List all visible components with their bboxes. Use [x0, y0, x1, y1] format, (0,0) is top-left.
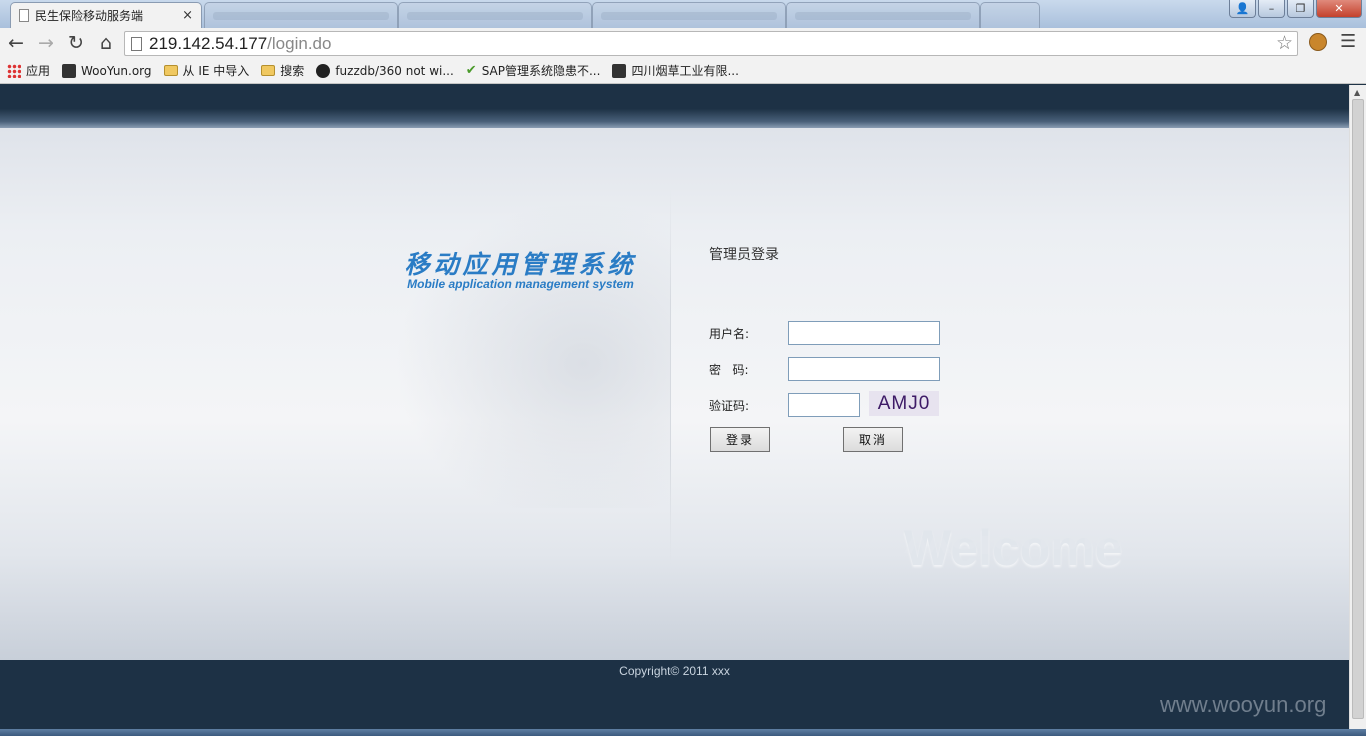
bookmark-label: 应用 — [26, 64, 51, 78]
browser-titlebar: 民生保险移动服务端 × 👤 – ❐ ✕ — [0, 0, 1366, 28]
bookmark-fuzzdb[interactable]: fuzzdb/360 not wi... — [316, 63, 454, 78]
apps-icon — [7, 63, 21, 78]
tab-background[interactable] — [204, 2, 398, 28]
page-icon — [62, 63, 77, 78]
login-button[interactable]: 登录 — [710, 427, 770, 452]
bookmark-apps[interactable]: 应用 — [7, 62, 50, 79]
reload-icon[interactable]: ↻ — [62, 29, 90, 57]
bookmark-wooyun[interactable]: WooYun.org — [62, 63, 152, 78]
maximize-button[interactable]: ❐ — [1287, 0, 1314, 18]
tab-blurred-title — [407, 11, 583, 20]
url-host: 219.142.54.177 — [149, 33, 268, 53]
window-controls: 👤 – ❐ ✕ — [1229, 0, 1362, 18]
tab-blurred-title — [601, 11, 777, 20]
cancel-button[interactable]: 取消 — [843, 427, 903, 452]
bookmark-folder-ie[interactable]: 从 IE 中导入 — [163, 62, 250, 79]
tab-background[interactable] — [592, 2, 786, 28]
cookie-extension-icon[interactable] — [1309, 33, 1327, 51]
page-icon — [612, 63, 627, 78]
copyright-text: Copyright© 2011 xxx — [619, 664, 730, 678]
scrollbar-thumb[interactable] — [1352, 99, 1364, 719]
folder-icon — [163, 65, 178, 76]
folder-icon — [261, 65, 276, 76]
home-icon[interactable]: ⌂ — [92, 29, 120, 57]
page-viewport: 移动应用管理系统 Mobile application management s… — [0, 85, 1349, 736]
system-logo-en: Mobile application management system — [407, 277, 634, 291]
address-bar[interactable]: 219.142.54.177/login.do ☆ — [124, 31, 1298, 56]
password-label: 密 码: — [709, 363, 749, 377]
captcha-input[interactable] — [788, 393, 860, 417]
bookmark-label: 四川烟草工业有限... — [631, 64, 739, 78]
page-icon — [131, 36, 142, 51]
vertical-divider — [670, 188, 671, 568]
tab-close-icon[interactable]: × — [182, 8, 193, 23]
username-input[interactable] — [788, 321, 940, 345]
tab-blurred-title — [795, 11, 971, 20]
page-footer: Copyright© 2011 xxx — [0, 660, 1349, 736]
tab-blurred-title — [213, 11, 389, 20]
tab-title: 民生保险移动服务端 — [35, 9, 144, 23]
user-profile-icon[interactable]: 👤 — [1229, 0, 1256, 18]
page-favicon-icon — [19, 9, 29, 22]
tab-active[interactable]: 民生保险移动服务端 × — [10, 2, 202, 28]
close-window-button[interactable]: ✕ — [1316, 0, 1362, 18]
menu-icon[interactable]: ☰ — [1340, 31, 1356, 52]
os-taskbar — [0, 729, 1366, 736]
vertical-scrollbar[interactable]: ▲ — [1349, 85, 1366, 736]
github-icon — [316, 63, 331, 78]
minimize-button[interactable]: – — [1258, 0, 1285, 18]
new-tab-button[interactable] — [980, 2, 1040, 28]
bookmark-folder-search[interactable]: 搜索 — [261, 62, 304, 79]
bookmark-label: 搜索 — [280, 64, 305, 78]
password-input[interactable] — [788, 357, 940, 381]
welcome-reflection: Welcome — [904, 530, 1123, 559]
bookmarks-bar: 应用 WooYun.org 从 IE 中导入 搜索 fuzzdb/360 not… — [0, 58, 1366, 84]
login-main-area — [0, 128, 1349, 660]
back-arrow-icon[interactable]: ← — [2, 29, 30, 57]
bookmark-star-icon[interactable]: ☆ — [1276, 32, 1293, 54]
captcha-label: 验证码: — [709, 399, 750, 413]
bookmark-label: fuzzdb/360 not wi... — [335, 63, 454, 78]
url-path: /login.do — [267, 33, 332, 53]
watermark-text: www.wooyun.org — [1160, 692, 1327, 717]
system-logo-cn: 移动应用管理系统 — [404, 250, 637, 279]
bookmark-label: SAP管理系统隐患不... — [481, 64, 601, 78]
tab-background[interactable] — [786, 2, 980, 28]
bookmark-label: WooYun.org — [81, 63, 152, 78]
scroll-up-arrow-icon[interactable]: ▲ — [1354, 88, 1360, 97]
bookmark-sichuan[interactable]: 四川烟草工业有限... — [612, 62, 739, 79]
captcha-image[interactable]: AMJ0 — [869, 391, 939, 416]
forward-arrow-icon[interactable]: → — [32, 29, 60, 57]
bookmark-sap[interactable]: ✔ SAP管理系统隐患不... — [466, 62, 601, 79]
username-label: 用户名: — [709, 327, 750, 341]
check-icon: ✔ — [465, 63, 477, 78]
bookmark-label: 从 IE 中导入 — [182, 64, 250, 78]
browser-toolbar: ← → ↻ ⌂ 219.142.54.177/login.do ☆ ☰ — [0, 28, 1366, 58]
tab-background[interactable] — [398, 2, 592, 28]
login-form-title: 管理员登录 — [709, 247, 779, 263]
page-header-band — [0, 85, 1349, 128]
